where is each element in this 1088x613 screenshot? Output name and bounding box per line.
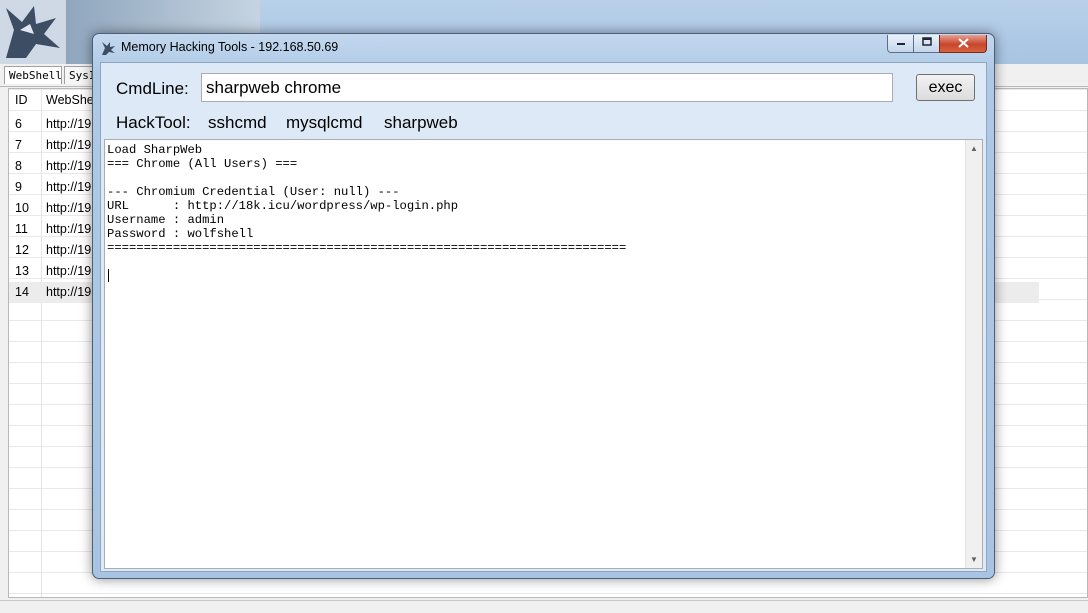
cell-url: http://19 [46, 222, 92, 236]
cell-id: 8 [15, 159, 22, 173]
cell-id: 12 [15, 243, 29, 257]
cell-url: http://19 [46, 264, 92, 278]
dialog-body: CmdLine: exec HackTool: sshcmd mysqlcmd … [100, 62, 987, 572]
cell-id: 9 [15, 180, 22, 194]
output-textarea[interactable]: Load SharpWeb === Chrome (All Users) ===… [104, 139, 983, 569]
status-bar [0, 600, 1088, 613]
scroll-up-arrow-icon[interactable]: ▲ [966, 140, 982, 157]
cell-url: http://19 [46, 159, 92, 173]
wolf-logo [0, 0, 66, 64]
cell-url: http://19 [46, 180, 92, 194]
column-header-id[interactable]: ID [15, 90, 28, 111]
hacktool-label: HackTool: [116, 113, 191, 132]
cmdline-label: CmdLine: [116, 79, 189, 98]
hacktool-sshcmd[interactable]: sshcmd [208, 113, 267, 133]
wolf-app-icon [101, 41, 116, 56]
column-header-webshell[interactable]: WebShe [46, 90, 94, 111]
tab-sysinfo[interactable]: SysI [64, 66, 94, 84]
cell-id: 7 [15, 138, 22, 152]
window-title: Memory Hacking Tools - 192.168.50.69 [121, 40, 339, 54]
title-bar[interactable]: Memory Hacking Tools - 192.168.50.69 [93, 34, 994, 62]
hacktool-mysqlcmd[interactable]: mysqlcmd [286, 113, 363, 133]
text-caret [108, 269, 109, 282]
cell-url: http://19 [46, 117, 92, 131]
cell-url: http://19 [46, 285, 92, 299]
cell-id: 13 [15, 264, 29, 278]
scroll-down-arrow-icon[interactable]: ▼ [966, 551, 982, 568]
cell-id: 10 [15, 201, 29, 215]
cell-id: 6 [15, 117, 22, 131]
cell-id: 11 [15, 222, 28, 236]
minimize-icon [896, 37, 906, 50]
cell-id: 14 [15, 285, 29, 299]
cell-url: http://19 [46, 201, 92, 215]
maximize-button[interactable] [913, 35, 940, 53]
exec-button[interactable]: exec [916, 74, 975, 101]
minimize-button[interactable] [887, 35, 914, 53]
cell-url: http://19 [46, 138, 92, 152]
cmdline-input[interactable] [201, 73, 893, 102]
maximize-icon [921, 37, 932, 50]
tab-webshell[interactable]: WebShell [4, 66, 62, 84]
vertical-scrollbar[interactable]: ▲ ▼ [965, 140, 982, 568]
cell-url: http://19 [46, 243, 92, 257]
memory-hacking-tools-window: Memory Hacking Tools - 192.168.50.69 Cmd… [92, 33, 995, 579]
close-icon [957, 37, 969, 51]
hacktool-sharpweb[interactable]: sharpweb [384, 113, 458, 133]
output-text: Load SharpWeb === Chrome (All Users) ===… [107, 143, 627, 255]
close-button[interactable] [939, 35, 987, 53]
